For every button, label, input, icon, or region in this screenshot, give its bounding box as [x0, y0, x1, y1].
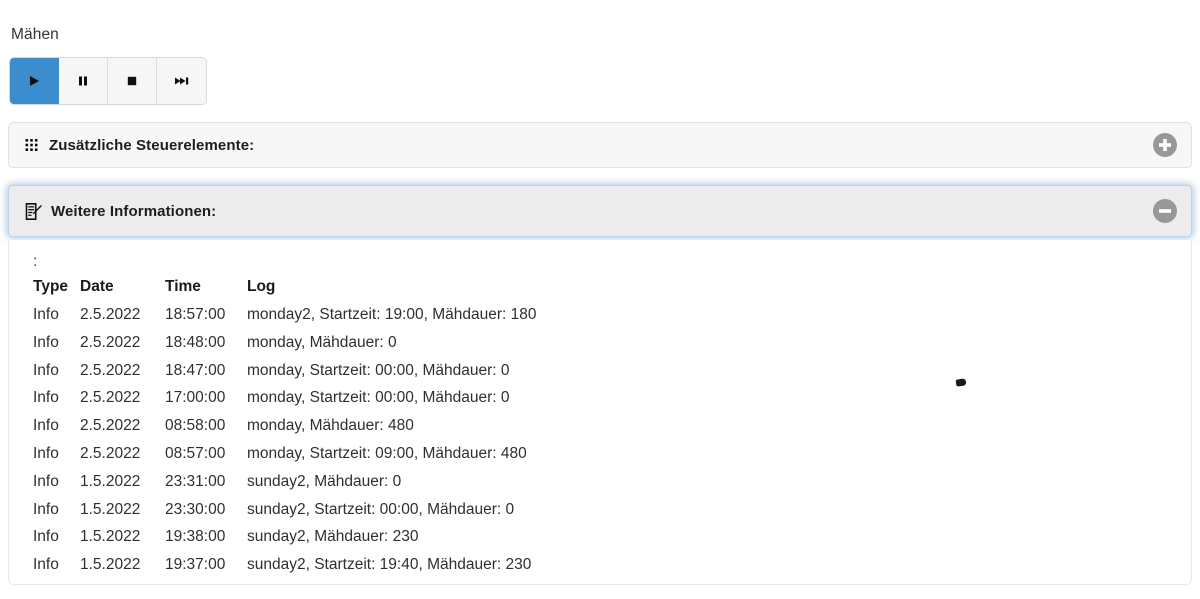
table-row: Info 1.5.2022 23:31:00 sunday2, Mähdauer: 0 [33, 468, 537, 496]
skip-forward-icon [174, 74, 190, 88]
log-cell-time: 08:58:00 [165, 417, 226, 435]
log-cell-message: monday, Mähdauer: 480 [247, 417, 414, 435]
plus-circle-icon[interactable] [1152, 132, 1178, 158]
log-cell-type: Info [33, 444, 59, 462]
log-cell-message: sunday2, Mähdauer: 230 [247, 528, 419, 546]
play-button[interactable] [10, 58, 59, 104]
panel-further-information[interactable]: Weitere Informationen: [8, 185, 1192, 237]
log-cell-type: Info [33, 500, 59, 518]
log-cell-message: monday, Startzeit: 00:00, Mähdauer: 0 [247, 389, 510, 407]
column-header-log: Log [247, 278, 276, 295]
log-cell-date: 2.5.2022 [80, 333, 141, 351]
log-cell-message: monday, Mähdauer: 0 [247, 333, 397, 351]
log-cell-date: 2.5.2022 [80, 417, 141, 435]
pause-button[interactable] [59, 58, 108, 104]
column-header-type: Type [33, 278, 69, 295]
table-row: Info 1.5.2022 19:37:00 sunday2, Startzeit: … [33, 551, 537, 579]
log-cell-date: 2.5.2022 [80, 444, 141, 462]
log-cell-message: sunday2, Mähdauer: 0 [247, 472, 402, 490]
log-cell-message: sunday2, Startzeit: 19:40, Mähdauer: 230 [247, 556, 532, 574]
table-row: Info 1.5.2022 19:38:00 sunday2, Mähdauer: 2… [33, 523, 537, 551]
log-cell-type: Info [33, 472, 59, 490]
log-cell-message: monday, Startzeit: 00:00, Mähdauer: 0 [247, 361, 510, 379]
log-cell-date: 1.5.2022 [80, 528, 141, 546]
column-header-time: Time [165, 278, 201, 295]
minus-circle-icon[interactable] [1152, 198, 1178, 224]
table-row: Info 1.5.2022 23:30:00 sunday2, Startzeit: … [33, 496, 537, 524]
table-row: Info 2.5.2022 17:00:00 monday, Startzeit: 0… [33, 384, 537, 412]
log-table-body: Info 2.5.2022 18:57:00 monday2, Startzeit: … [33, 301, 537, 579]
stop-button[interactable] [108, 58, 157, 104]
log-cell-message: monday2, Startzeit: 19:00, Mähdauer: 180 [247, 306, 537, 323]
panel-additional-controls-title: Zusätzliche Steuerelemente: [49, 136, 255, 154]
table-row: Info 2.5.2022 18:47:00 monday, Startzeit: 0… [33, 357, 537, 385]
log-cell-message: sunday2, Startzeit: 00:00, Mähdauer: 0 [247, 500, 515, 518]
log-cell-time: 17:00:00 [165, 389, 226, 407]
log-cell-type: Info [33, 417, 59, 435]
log-cell-time: 18:57:00 [165, 306, 226, 323]
log-table-header-row: Type Date Time Log [33, 278, 537, 301]
column-header-date: Date [80, 278, 114, 295]
log-cell-type: Info [33, 556, 59, 574]
log-cell-type: Info [33, 333, 59, 351]
grid-dots-icon [25, 138, 40, 153]
mow-control-button-group [10, 58, 206, 104]
log-cell-date: 1.5.2022 [80, 472, 141, 490]
log-cell-date: 1.5.2022 [80, 556, 141, 574]
table-row: Info 2.5.2022 08:57:00 monday, Startzeit: 0… [33, 440, 537, 468]
play-icon [27, 74, 41, 88]
log-table: Type Date Time Log Info 2.5.2022 18:57:00 m… [33, 278, 537, 579]
document-edit-icon [25, 202, 42, 220]
log-panel-body: : Type Date Time Log Info 2.5.2022 18:57:0… [8, 240, 1192, 585]
stop-icon [125, 74, 139, 88]
page-title: Mähen [11, 26, 59, 43]
log-cell-type: Info [33, 306, 59, 323]
table-row: Info 2.5.2022 18:48:00 monday, Mähdauer: 0 [33, 329, 537, 357]
log-cell-date: 1.5.2022 [80, 500, 141, 518]
table-row: Info 2.5.2022 18:57:00 monday2, Startzeit: … [33, 301, 537, 329]
table-row: Info 2.5.2022 08:58:00 monday, Mähdauer: 48… [33, 412, 537, 440]
page-root: Mähen Zusätzliche Steuerelemente: Weiter… [0, 0, 1200, 599]
panel-additional-controls-header[interactable]: Zusätzliche Steuerelemente: [9, 123, 1191, 167]
log-cell-time: 19:37:00 [165, 556, 226, 574]
log-table-head: Type Date Time Log [33, 278, 537, 301]
panel-additional-controls[interactable]: Zusätzliche Steuerelemente: [8, 122, 1192, 168]
log-cell-date: 2.5.2022 [80, 389, 141, 407]
log-cell-time: 23:30:00 [165, 500, 226, 518]
log-cell-date: 2.5.2022 [80, 361, 141, 379]
skip-forward-button[interactable] [157, 58, 206, 104]
log-caption: : [33, 253, 38, 270]
panel-further-information-header[interactable]: Weitere Informationen: [9, 186, 1191, 236]
pause-icon [76, 74, 90, 88]
log-cell-type: Info [33, 389, 59, 407]
log-cell-time: 18:47:00 [165, 361, 226, 379]
log-cell-time: 19:38:00 [165, 528, 226, 546]
log-cell-date: 2.5.2022 [80, 306, 141, 323]
log-cell-message: monday, Startzeit: 09:00, Mähdauer: 480 [247, 444, 527, 462]
log-cell-type: Info [33, 528, 59, 546]
panel-further-information-title: Weitere Informationen: [51, 202, 217, 220]
log-cell-time: 23:31:00 [165, 472, 226, 490]
log-cell-type: Info [33, 361, 59, 379]
log-cell-time: 18:48:00 [165, 333, 226, 351]
log-cell-time: 08:57:00 [165, 444, 226, 462]
